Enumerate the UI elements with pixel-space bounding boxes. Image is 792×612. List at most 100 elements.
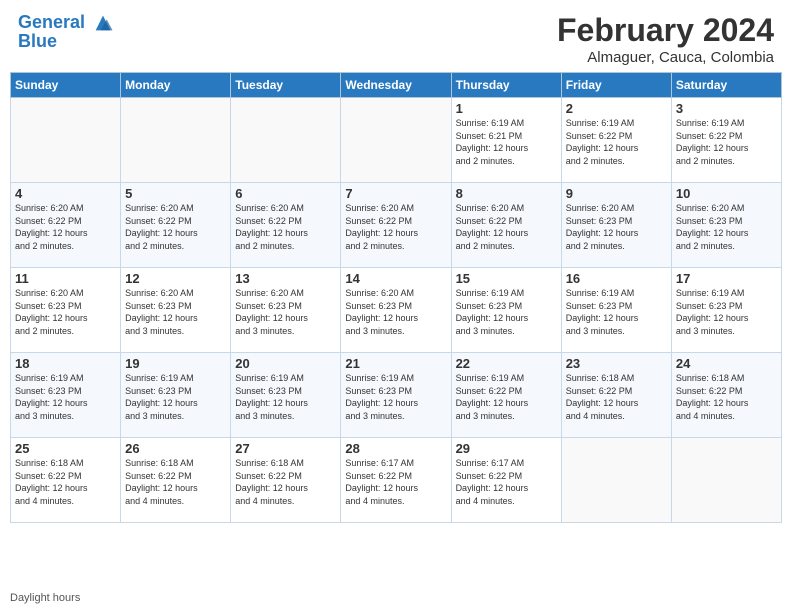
day-info: Sunrise: 6:20 AMSunset: 6:23 PMDaylight:… (345, 287, 446, 337)
day-cell: 28Sunrise: 6:17 AMSunset: 6:22 PMDayligh… (341, 438, 451, 523)
day-number: 29 (456, 441, 557, 456)
day-cell: 5Sunrise: 6:20 AMSunset: 6:22 PMDaylight… (121, 183, 231, 268)
main-title: February 2024 (557, 12, 774, 49)
day-info: Sunrise: 6:18 AMSunset: 6:22 PMDaylight:… (566, 372, 667, 422)
day-cell: 26Sunrise: 6:18 AMSunset: 6:22 PMDayligh… (121, 438, 231, 523)
day-info: Sunrise: 6:20 AMSunset: 6:22 PMDaylight:… (235, 202, 336, 252)
day-number: 12 (125, 271, 226, 286)
day-cell: 17Sunrise: 6:19 AMSunset: 6:23 PMDayligh… (671, 268, 781, 353)
day-info: Sunrise: 6:19 AMSunset: 6:23 PMDaylight:… (235, 372, 336, 422)
day-number: 3 (676, 101, 777, 116)
day-cell (11, 98, 121, 183)
day-number: 18 (15, 356, 116, 371)
calendar: SundayMondayTuesdayWednesdayThursdayFrid… (0, 72, 792, 588)
week-row-4: 25 Sunrise: 6:18 AMSunset: 6:22 PMDayligh… (11, 438, 782, 523)
day-cell: 24Sunrise: 6:18 AMSunset: 6:22 PMDayligh… (671, 353, 781, 438)
day-cell (121, 98, 231, 183)
day-cell (341, 98, 451, 183)
day-info: Sunrise: 6:17 AMSunset: 6:22 PMDaylight:… (345, 457, 446, 507)
day-info: Sunrise: 6:18 AMSunset: 6:22 PMDaylight:… (125, 457, 226, 507)
day-info: Sunrise: 6:17 AMSunset: 6:22 PMDaylight:… (456, 457, 557, 507)
day-info: Sunrise: 6:19 AMSunset: 6:23 PMDaylight:… (15, 372, 116, 422)
legend: Daylight hours (0, 588, 792, 612)
day-number: 9 (566, 186, 667, 201)
col-header-saturday: Saturday (671, 73, 781, 98)
day-cell: 16Sunrise: 6:19 AMSunset: 6:23 PMDayligh… (561, 268, 671, 353)
day-number: 1 (456, 101, 557, 116)
day-number: 25 (15, 441, 116, 456)
calendar-table: SundayMondayTuesdayWednesdayThursdayFrid… (10, 72, 782, 523)
day-number: 13 (235, 271, 336, 286)
day-number: 23 (566, 356, 667, 371)
day-number: 6 (235, 186, 336, 201)
day-cell: 12Sunrise: 6:20 AMSunset: 6:23 PMDayligh… (121, 268, 231, 353)
day-number: 7 (345, 186, 446, 201)
day-info: Sunrise: 6:19 AMSunset: 6:22 PMDaylight:… (456, 372, 557, 422)
day-cell: 6Sunrise: 6:20 AMSunset: 6:22 PMDaylight… (231, 183, 341, 268)
day-cell: 20Sunrise: 6:19 AMSunset: 6:23 PMDayligh… (231, 353, 341, 438)
day-cell: 11Sunrise: 6:20 AMSunset: 6:23 PMDayligh… (11, 268, 121, 353)
day-info: Sunrise: 6:20 AMSunset: 6:23 PMDaylight:… (15, 287, 116, 337)
day-cell: 8Sunrise: 6:20 AMSunset: 6:22 PMDaylight… (451, 183, 561, 268)
day-number: 17 (676, 271, 777, 286)
day-cell: 27Sunrise: 6:18 AMSunset: 6:22 PMDayligh… (231, 438, 341, 523)
day-number: 5 (125, 186, 226, 201)
day-cell: 13Sunrise: 6:20 AMSunset: 6:23 PMDayligh… (231, 268, 341, 353)
day-cell: 3Sunrise: 6:19 AMSunset: 6:22 PMDaylight… (671, 98, 781, 183)
day-number: 27 (235, 441, 336, 456)
day-number: 22 (456, 356, 557, 371)
day-number: 10 (676, 186, 777, 201)
day-number: 11 (15, 271, 116, 286)
day-cell: 1Sunrise: 6:19 AMSunset: 6:21 PMDaylight… (451, 98, 561, 183)
header: General Blue February 2024 Almaguer, Cau… (0, 0, 792, 72)
day-cell: 14Sunrise: 6:20 AMSunset: 6:23 PMDayligh… (341, 268, 451, 353)
day-info: Sunrise: 6:20 AMSunset: 6:22 PMDaylight:… (125, 202, 226, 252)
col-header-tuesday: Tuesday (231, 73, 341, 98)
day-info: Sunrise: 6:20 AMSunset: 6:23 PMDaylight:… (235, 287, 336, 337)
day-number: 15 (456, 271, 557, 286)
day-number: 16 (566, 271, 667, 286)
day-cell (671, 438, 781, 523)
day-cell: 18Sunrise: 6:19 AMSunset: 6:23 PMDayligh… (11, 353, 121, 438)
day-info: Sunrise: 6:19 AMSunset: 6:22 PMDaylight:… (676, 117, 777, 167)
day-number: 4 (15, 186, 116, 201)
day-number: 19 (125, 356, 226, 371)
col-header-monday: Monday (121, 73, 231, 98)
page: General Blue February 2024 Almaguer, Cau… (0, 0, 792, 612)
day-info: Sunrise: 6:20 AMSunset: 6:23 PMDaylight:… (566, 202, 667, 252)
day-number: 14 (345, 271, 446, 286)
legend-text: Daylight hours (10, 592, 80, 604)
day-cell: 9Sunrise: 6:20 AMSunset: 6:23 PMDaylight… (561, 183, 671, 268)
day-cell: 19Sunrise: 6:19 AMSunset: 6:23 PMDayligh… (121, 353, 231, 438)
col-header-wednesday: Wednesday (341, 73, 451, 98)
week-row-0: 1Sunrise: 6:19 AMSunset: 6:21 PMDaylight… (11, 98, 782, 183)
day-info: Sunrise: 6:20 AMSunset: 6:22 PMDaylight:… (15, 202, 116, 252)
day-info: Sunrise: 6:19 AMSunset: 6:23 PMDaylight:… (456, 287, 557, 337)
title-block: February 2024 Almaguer, Cauca, Colombia (557, 12, 774, 66)
day-info: Sunrise: 6:19 AMSunset: 6:23 PMDaylight:… (125, 372, 226, 422)
day-info: Sunrise: 6:19 AMSunset: 6:23 PMDaylight:… (566, 287, 667, 337)
day-info: Sunrise: 6:19 AMSunset: 6:22 PMDaylight:… (566, 117, 667, 167)
day-cell: 10Sunrise: 6:20 AMSunset: 6:23 PMDayligh… (671, 183, 781, 268)
day-cell: 23Sunrise: 6:18 AMSunset: 6:22 PMDayligh… (561, 353, 671, 438)
week-row-2: 11Sunrise: 6:20 AMSunset: 6:23 PMDayligh… (11, 268, 782, 353)
day-number: 28 (345, 441, 446, 456)
day-info: Sunrise: 6:20 AMSunset: 6:23 PMDaylight:… (125, 287, 226, 337)
day-cell: 4Sunrise: 6:20 AMSunset: 6:22 PMDaylight… (11, 183, 121, 268)
day-number: 20 (235, 356, 336, 371)
day-info: Sunrise: 6:19 AMSunset: 6:23 PMDaylight:… (345, 372, 446, 422)
day-number: 2 (566, 101, 667, 116)
day-cell: 15Sunrise: 6:19 AMSunset: 6:23 PMDayligh… (451, 268, 561, 353)
week-row-1: 4Sunrise: 6:20 AMSunset: 6:22 PMDaylight… (11, 183, 782, 268)
day-cell: 7Sunrise: 6:20 AMSunset: 6:22 PMDaylight… (341, 183, 451, 268)
day-cell (231, 98, 341, 183)
col-header-sunday: Sunday (11, 73, 121, 98)
day-info: Sunrise: 6:18 AMSunset: 6:22 PMDaylight:… (235, 457, 336, 507)
day-number: 8 (456, 186, 557, 201)
day-info: Sunrise: 6:19 AMSunset: 6:23 PMDaylight:… (676, 287, 777, 337)
day-cell: 21Sunrise: 6:19 AMSunset: 6:23 PMDayligh… (341, 353, 451, 438)
header-row: SundayMondayTuesdayWednesdayThursdayFrid… (11, 73, 782, 98)
day-cell: 29Sunrise: 6:17 AMSunset: 6:22 PMDayligh… (451, 438, 561, 523)
day-number: 26 (125, 441, 226, 456)
day-number: 21 (345, 356, 446, 371)
